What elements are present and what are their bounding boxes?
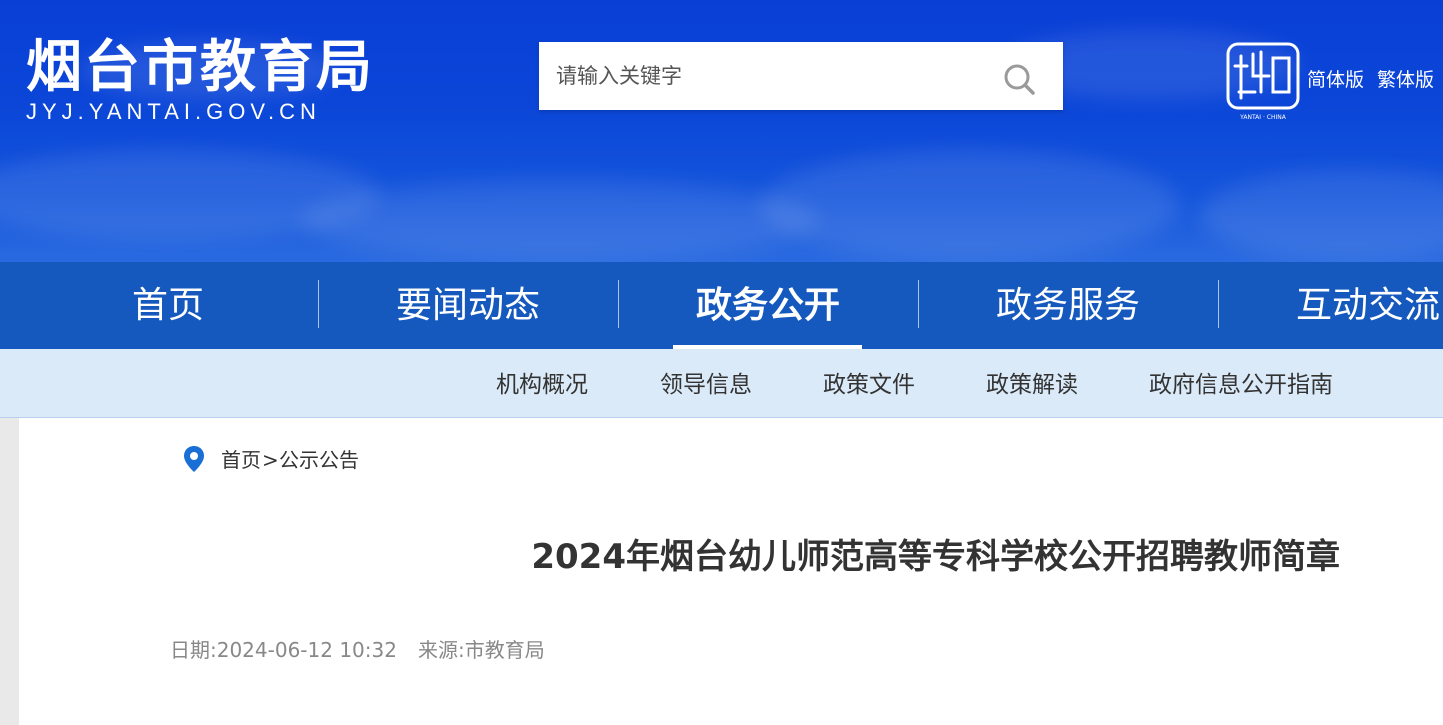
emblem-caption: YANTAI · CHINA <box>1239 114 1287 121</box>
nav-item-interaction[interactable]: 互动交流 <box>1218 262 1443 349</box>
nav-item-government-services[interactable]: 政务服务 <box>918 262 1218 349</box>
article-source: 来源:市教育局 <box>418 638 545 662</box>
subnav-item-policy-interpretation[interactable]: 政策解读 <box>986 349 1078 417</box>
search-box <box>539 42 1063 110</box>
nav-item-news[interactable]: 要闻动态 <box>318 262 618 349</box>
subnav-item-disclosure-guide[interactable]: 政府信息公开指南 <box>1149 349 1333 417</box>
search-icon <box>1004 64 1035 95</box>
site-title: 烟台市教育局 <box>26 35 374 100</box>
left-margin-strip <box>0 418 19 725</box>
nav-item-government-affairs-open[interactable]: 政务公开 <box>618 262 918 349</box>
emblem-icon: YANTAI · CHINA <box>1226 42 1300 121</box>
breadcrumb-separator: > <box>262 448 279 472</box>
search-input[interactable] <box>539 42 979 110</box>
emblem-logo: YANTAI · CHINA <box>1225 42 1301 122</box>
lang-traditional-link[interactable]: 繁体版 <box>1377 68 1434 92</box>
nav-item-home[interactable]: 首页 <box>18 262 318 349</box>
article-title: 2024年烟台幼儿师范高等专科学校公开招聘教师简章 <box>531 537 1340 577</box>
breadcrumb-current-link[interactable]: 公示公告 <box>279 448 359 472</box>
lang-simplified-link[interactable]: 简体版 <box>1307 68 1364 92</box>
breadcrumb-home-link[interactable]: 首页 <box>221 448 261 472</box>
site-url: JYJ.YANTAI.GOV.CN <box>26 99 321 124</box>
subnav-item-policy-documents[interactable]: 政策文件 <box>823 349 915 417</box>
article-date: 日期:2024-06-12 10:32 <box>170 638 397 662</box>
search-button[interactable] <box>1000 60 1040 100</box>
main-nav: 首页 要闻动态 政务公开 政务服务 互动交流 <box>0 262 1443 349</box>
location-pin-icon <box>183 445 205 473</box>
subnav-item-organization[interactable]: 机构概况 <box>496 349 588 417</box>
sub-nav: 机构概况 领导信息 政策文件 政策解读 政府信息公开指南 <box>0 349 1443 418</box>
subnav-item-leadership[interactable]: 领导信息 <box>660 349 752 417</box>
